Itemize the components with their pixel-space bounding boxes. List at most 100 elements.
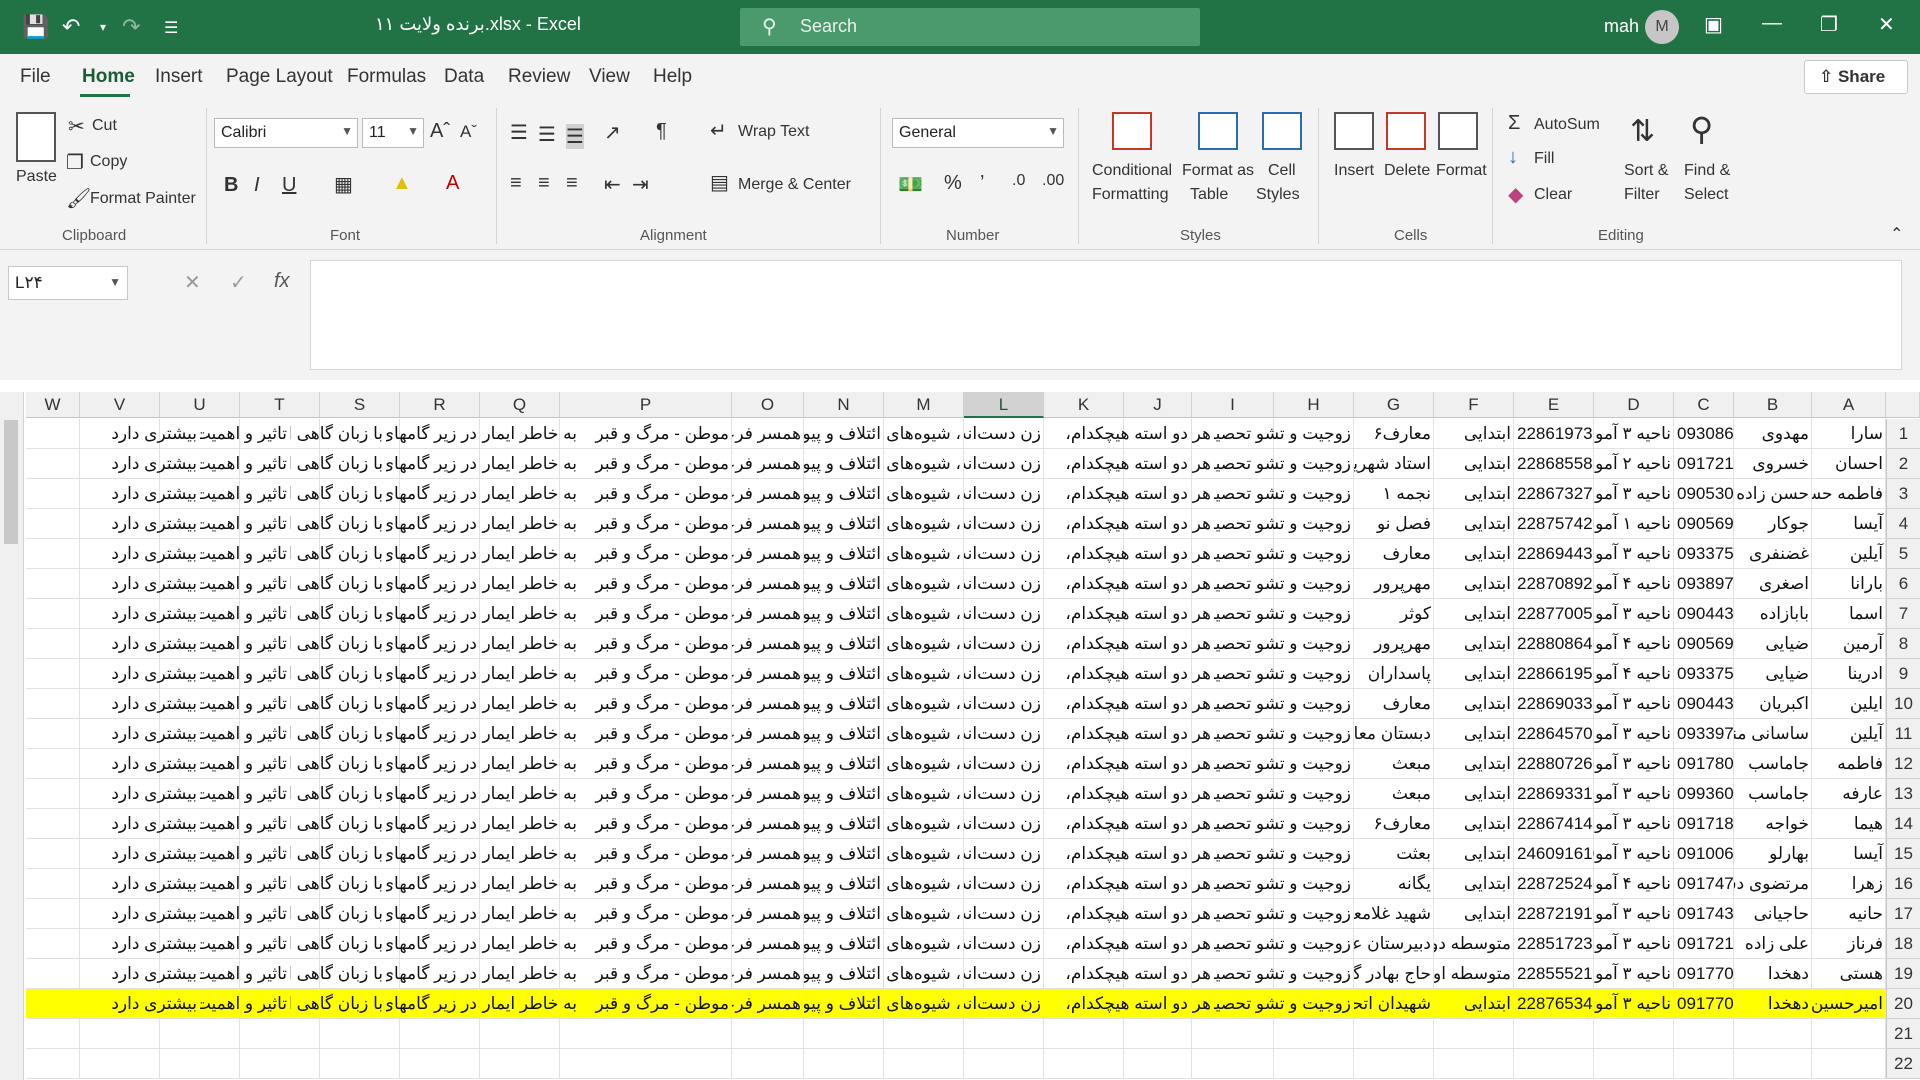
cell-q[interactable]: به خاطر ایمار xyxy=(480,839,580,869)
cell-l[interactable]: زن دست‌اندازی xyxy=(964,959,1044,989)
cell-t[interactable]: تاثیر و اهمیت xyxy=(200,929,290,959)
cell-l[interactable]: زن دست‌اندازی xyxy=(964,629,1044,659)
cell[interactable] xyxy=(26,869,80,899)
user-name[interactable]: mah xyxy=(1604,16,1639,37)
cell-p[interactable]: موطن - مرگ و قبر xyxy=(580,539,732,569)
align-center-icon[interactable]: ≡ xyxy=(538,172,550,195)
cell-d[interactable]: ناحیه ۳ آموز xyxy=(1594,599,1674,629)
cell[interactable] xyxy=(400,1049,480,1079)
increase-decimal-icon[interactable]: .0 xyxy=(1012,172,1025,190)
cell-f[interactable]: ابتدایی xyxy=(1434,719,1514,749)
cell[interactable] xyxy=(26,899,80,929)
cell-n[interactable]: ائتلاف و پیوند xyxy=(804,809,884,839)
cell-u[interactable]: بیشتری دارد xyxy=(100,929,200,959)
cell-n[interactable]: ائتلاف و پیوند xyxy=(804,959,884,989)
cell[interactable] xyxy=(26,629,80,659)
cell-u[interactable]: بیشتری دارد xyxy=(100,539,200,569)
cell-h[interactable]: زوجیت و تشو تحصیل xyxy=(1214,779,1354,809)
cell-c[interactable]: 091780 xyxy=(1674,749,1734,779)
cell-t[interactable]: تاثیر و اهمیت xyxy=(200,989,290,1019)
cell-r[interactable]: در زیر گامهای جهاد xyxy=(386,659,480,689)
cell-c[interactable]: 093897 xyxy=(1674,569,1734,599)
find-select-line1[interactable]: Find & xyxy=(1684,162,1730,180)
cell-l[interactable]: زن دست‌اندازی xyxy=(964,599,1044,629)
cell-d[interactable]: ناحیه ۳ آموز xyxy=(1594,839,1674,869)
cell[interactable] xyxy=(1514,1049,1594,1079)
cell-a[interactable]: آیلین xyxy=(1812,719,1886,749)
cell[interactable] xyxy=(1354,1049,1434,1079)
cell[interactable] xyxy=(1192,1049,1274,1079)
cell-h[interactable]: زوجیت و تشو تحصیل xyxy=(1214,989,1354,1019)
cell-a[interactable]: فرناز xyxy=(1812,929,1886,959)
cell-o[interactable]: همسر فرعو ۱۰۰ xyxy=(732,809,804,839)
cell-b[interactable]: علی زاده xyxy=(1734,929,1812,959)
cell-b[interactable]: مرتضوی دشت xyxy=(1734,869,1812,899)
column-header-q[interactable]: Q xyxy=(480,392,560,418)
cell-f[interactable]: ابتدایی xyxy=(1434,779,1514,809)
cell-t[interactable]: تاثیر و اهمیت xyxy=(200,599,290,629)
cell-e[interactable]: 22876534 xyxy=(1514,989,1594,1019)
cell-u[interactable]: بیشتری دارد xyxy=(100,719,200,749)
cell-a[interactable]: آیسا xyxy=(1812,509,1886,539)
cell[interactable] xyxy=(26,449,80,479)
cell-d[interactable]: ناحیه ۳ آموز xyxy=(1594,959,1674,989)
cell-o[interactable]: همسر فرعو ۱۰۰ xyxy=(732,719,804,749)
cell[interactable] xyxy=(732,1049,804,1079)
cell-j[interactable]: هر دو استه هیچکدام، xyxy=(1044,629,1214,659)
row-header[interactable]: 9 xyxy=(1886,659,1920,689)
cell-b[interactable]: غضنفری xyxy=(1734,539,1812,569)
cell-p[interactable]: موطن - مرگ و قبر xyxy=(580,479,732,509)
cell-e[interactable]: 22868558 xyxy=(1514,449,1594,479)
cell-l[interactable]: زن دست‌اندازی xyxy=(964,479,1044,509)
tab-formulas[interactable]: Formulas xyxy=(347,66,426,88)
cell-s[interactable]: با زبان گاهی اوقات xyxy=(290,959,386,989)
cell-h[interactable]: زوجیت و تشو تحصیل xyxy=(1214,659,1354,689)
column-header-m[interactable]: M xyxy=(884,392,964,418)
decrease-indent-icon[interactable]: ⇤ xyxy=(604,172,621,197)
cell-j[interactable]: هر دو استه هیچکدام، xyxy=(1044,869,1214,899)
cell-q[interactable]: به خاطر ایمار xyxy=(480,929,580,959)
cell-o[interactable]: همسر فرعو ۱۰۰ xyxy=(732,959,804,989)
cell-l[interactable]: زن دست‌اندازی xyxy=(964,989,1044,1019)
cell[interactable] xyxy=(1674,1049,1734,1079)
column-header-n[interactable]: N xyxy=(804,392,884,418)
cell-b[interactable]: دهخدا xyxy=(1734,989,1812,1019)
cell-l[interactable]: زن دست‌اندازی xyxy=(964,869,1044,899)
cell[interactable] xyxy=(26,569,80,599)
cell-s[interactable]: با زبان گاهی اوقات xyxy=(290,659,386,689)
cell-q[interactable]: به خاطر ایمار xyxy=(480,689,580,719)
find-select-line2[interactable]: Select xyxy=(1684,186,1728,204)
tab-view[interactable]: View xyxy=(589,66,630,88)
cell-u[interactable]: بیشتری دارد xyxy=(100,629,200,659)
cell-l[interactable]: زن دست‌اندازی xyxy=(964,839,1044,869)
cell[interactable] xyxy=(1812,1019,1886,1049)
cell-b[interactable]: بهارلو xyxy=(1734,839,1812,869)
cell-r[interactable]: در زیر گامهای جهاد xyxy=(386,539,480,569)
tab-file[interactable]: File xyxy=(20,66,51,88)
cell-a[interactable]: بارانا xyxy=(1812,569,1886,599)
cell-e[interactable]: 22869443 xyxy=(1514,539,1594,569)
cell-n[interactable]: ائتلاف و پیوند xyxy=(804,509,884,539)
column-header-j[interactable]: J xyxy=(1124,392,1192,418)
row-header[interactable]: 4 xyxy=(1886,509,1920,539)
cell-t[interactable]: تاثیر و اهمیت xyxy=(200,959,290,989)
cell-e[interactable]: 22877005 xyxy=(1514,599,1594,629)
cell-h[interactable]: زوجیت و تشو تحصیل xyxy=(1214,749,1354,779)
column-header-o[interactable]: O xyxy=(732,392,804,418)
row-header[interactable]: 7 xyxy=(1886,599,1920,629)
cell[interactable] xyxy=(560,1019,732,1049)
cell-q[interactable]: به خاطر ایمار xyxy=(480,899,580,929)
cell-f[interactable]: ابتدایی xyxy=(1434,839,1514,869)
cell-s[interactable]: با زبان گاهی اوقات xyxy=(290,719,386,749)
row-header[interactable]: 19 xyxy=(1886,959,1920,989)
cell-d[interactable]: ناحیه ۱ آموز xyxy=(1594,509,1674,539)
cell-b[interactable]: ساسانی منفرد xyxy=(1734,719,1812,749)
cell-l[interactable]: زن دست‌اندازی xyxy=(964,539,1044,569)
cell-e[interactable]: 22864570 xyxy=(1514,719,1594,749)
cell-r[interactable]: در زیر گامهای جهاد xyxy=(386,689,480,719)
cell-g[interactable]: مبعث xyxy=(1354,749,1434,779)
font-name-combo[interactable]: Calibri ▼ xyxy=(214,118,358,148)
customize-toolbar-icon[interactable]: ☰ xyxy=(164,18,178,38)
cell-n[interactable]: ائتلاف و پیوند xyxy=(804,629,884,659)
cell-f[interactable]: ابتدایی xyxy=(1434,809,1514,839)
